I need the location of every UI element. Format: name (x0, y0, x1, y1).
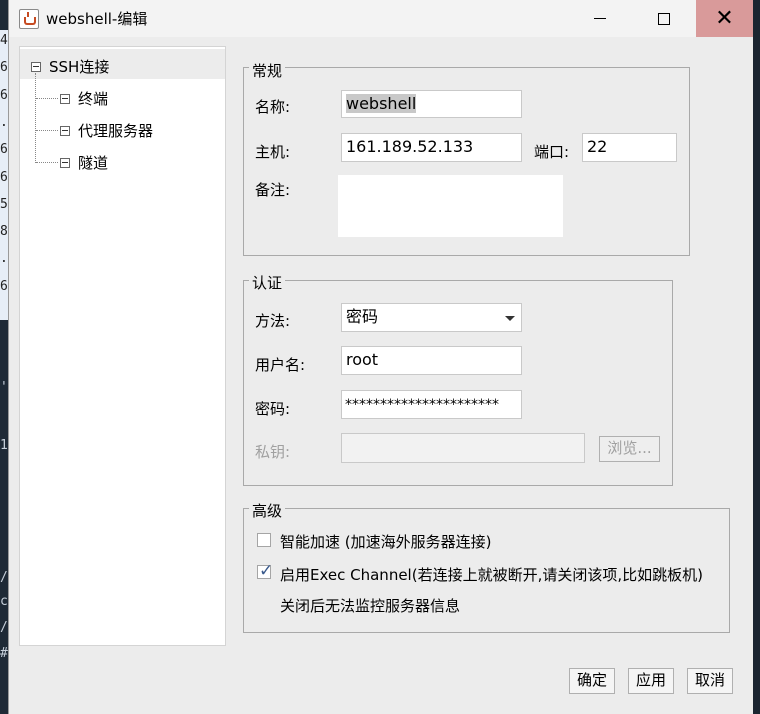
password-label: 密码: (255, 400, 291, 418)
private-key-field[interactable] (341, 433, 585, 463)
port-label: 端口: (534, 143, 570, 161)
tree-item-label: 代理服务器 (78, 122, 154, 140)
note-label: 备注: (255, 181, 291, 199)
bg-char: / (0, 570, 8, 585)
minimize-button[interactable] (577, 0, 623, 37)
tree-item-terminal[interactable]: 终端 (60, 88, 108, 109)
name-label: 名称: (255, 98, 291, 116)
apply-button[interactable]: 应用 (628, 668, 674, 694)
exec-channel-checkbox[interactable] (257, 561, 273, 581)
username-label: 用户名: (255, 356, 306, 374)
bg-char: 6 (0, 279, 8, 294)
maximize-button[interactable] (641, 0, 687, 37)
bg-char: # (0, 646, 8, 661)
smart-accel-label[interactable]: 智能加速 (加速海外服务器连接) (280, 531, 491, 552)
edit-dialog: webshell-编辑 ✕ SSH连接 终端 代理服务器 隧道 常规 名称: w… (8, 0, 753, 714)
bg-char: ' (0, 380, 8, 395)
advanced-group-label: 高级 (249, 500, 286, 521)
tree-connector (36, 162, 58, 163)
bg-char: / (0, 620, 8, 635)
collapse-icon[interactable] (31, 61, 41, 72)
bg-char: 6 (0, 88, 8, 103)
method-label: 方法: (255, 312, 291, 330)
minimize-icon (594, 18, 606, 19)
chevron-down-icon (505, 316, 515, 321)
bg-char: 5 (0, 197, 8, 212)
tree-item-ssh[interactable]: SSH连接 (31, 56, 109, 77)
node-icon (60, 125, 70, 136)
tree-connector (36, 130, 58, 131)
note-textarea[interactable] (338, 175, 563, 237)
exec-channel-label[interactable]: 启用Exec Channel(若连接上就被断开,请关闭该项,比如跳板机) (280, 564, 703, 585)
bg-char: 6 (0, 170, 8, 185)
close-icon: ✕ (715, 5, 734, 31)
smart-accel-checkbox[interactable] (257, 533, 271, 547)
ok-button[interactable]: 确定 (569, 668, 615, 694)
bg-char: 4 (0, 33, 8, 48)
tree-item-tunnel[interactable]: 隧道 (60, 152, 108, 173)
password-field[interactable]: ********************** (341, 390, 522, 419)
name-field[interactable]: webshell (341, 90, 522, 118)
maximize-icon (658, 12, 670, 25)
close-button[interactable]: ✕ (696, 0, 753, 37)
tree-item-label: 隧道 (78, 154, 109, 172)
tree-item-label: 终端 (78, 90, 109, 108)
method-value: 密码 (346, 307, 379, 326)
tree-connector (36, 98, 58, 99)
java-app-icon (19, 9, 39, 29)
general-group-label: 常规 (249, 60, 286, 81)
tree-item-label: SSH连接 (49, 58, 110, 76)
title-bar: webshell-编辑 ✕ (9, 0, 753, 37)
browse-button[interactable]: 浏览... (599, 436, 660, 462)
node-icon (60, 157, 70, 168)
auth-group-label: 认证 (249, 272, 286, 293)
bg-char: 1 (0, 438, 8, 453)
port-field[interactable]: 22 (582, 133, 677, 162)
bg-char: 6 (0, 142, 8, 157)
bg-char: 6 (0, 60, 8, 75)
host-field[interactable]: 161.189.52.133 (341, 133, 522, 162)
exec-channel-note: 关闭后无法监控服务器信息 (280, 597, 461, 615)
method-select[interactable]: 密码 (341, 303, 522, 332)
host-label: 主机: (255, 143, 291, 161)
settings-tree: SSH连接 终端 代理服务器 隧道 (19, 46, 226, 646)
bg-char: 8 (0, 224, 8, 239)
cancel-button[interactable]: 取消 (687, 668, 733, 694)
bg-char: c (0, 594, 8, 609)
private-key-label: 私钥: (255, 443, 291, 461)
name-value: webshell (346, 94, 417, 113)
tree-connector (35, 73, 36, 163)
tree-item-proxy[interactable]: 代理服务器 (60, 120, 153, 141)
window-title: webshell-编辑 (46, 10, 148, 28)
node-icon (60, 93, 70, 104)
username-field[interactable]: root (341, 346, 522, 375)
